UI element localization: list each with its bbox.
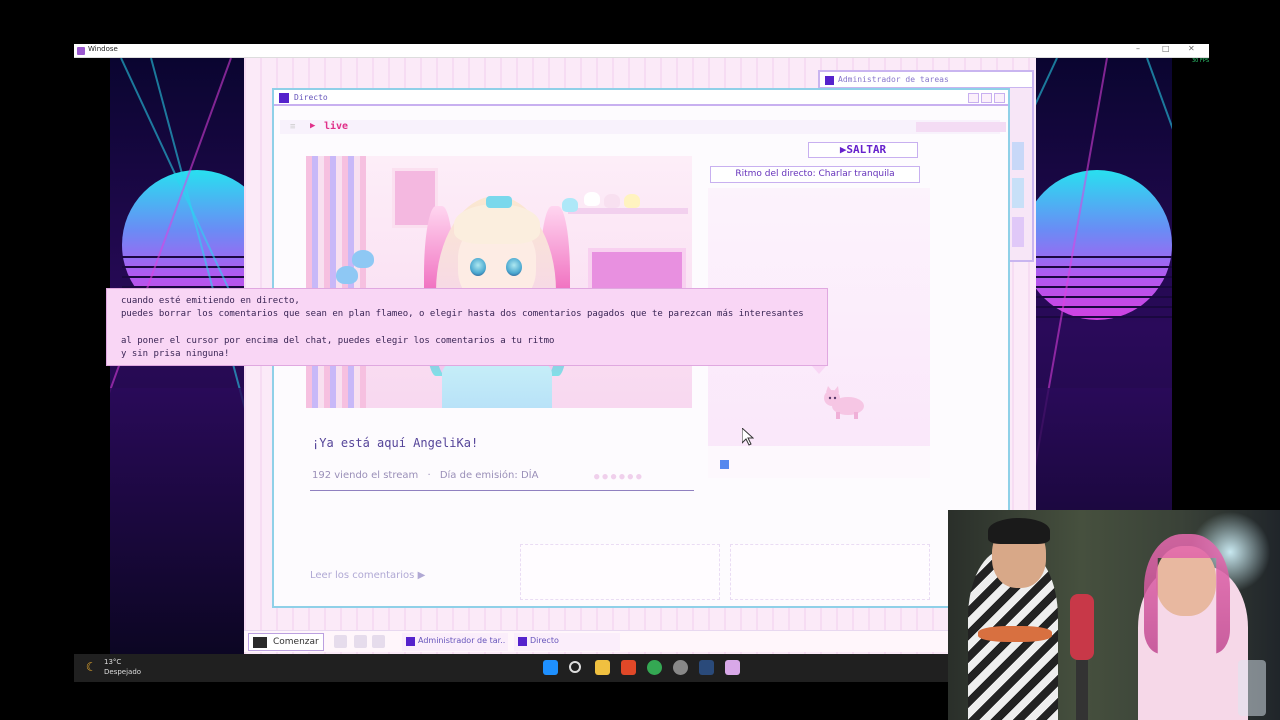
divider [310, 490, 694, 491]
task-label: Directo [530, 636, 559, 645]
minimize-icon[interactable]: – [1136, 44, 1140, 53]
chrome-icon[interactable] [647, 660, 662, 675]
stream-window-icon [279, 93, 289, 103]
wall-shelf [568, 208, 688, 214]
plush-toy [624, 194, 640, 208]
stream-meta: 192 viendo el stream · Día de emisión: D… [312, 470, 538, 481]
close-button[interactable] [994, 93, 1005, 103]
host-title: Windose [88, 45, 118, 53]
plush-toy [604, 194, 620, 208]
mic-stand [1076, 660, 1088, 720]
app-icon [77, 47, 85, 55]
curtain-left [306, 156, 366, 408]
city-silhouette [110, 388, 246, 654]
chat-input-area[interactable] [708, 446, 930, 478]
app-icon[interactable] [354, 635, 367, 648]
heart-decoration [352, 250, 374, 268]
dialog-line: puedes borrar los comentarios que sean e… [121, 309, 804, 319]
start-button[interactable]: Comenzar [248, 633, 324, 651]
plush-toy [584, 192, 600, 206]
heart-decoration [336, 266, 358, 284]
game-icon[interactable] [725, 660, 740, 675]
weather-temperature[interactable]: 13°C [104, 658, 121, 666]
stream-dots: ●●●●●● [594, 472, 645, 482]
empty-slot [730, 544, 930, 600]
weather-condition[interactable]: Despejado [104, 668, 141, 676]
character-bangs [454, 204, 540, 244]
viewer-count: 192 viendo el stream [312, 470, 419, 481]
task-label: Administrador de tar... [418, 636, 506, 645]
maximize-icon[interactable]: □ [1162, 44, 1170, 53]
moon-icon[interactable]: ☾ [86, 660, 93, 674]
character-eye [470, 258, 486, 276]
bird-icon[interactable] [334, 635, 347, 648]
live-progress-bar [916, 122, 1006, 132]
dialog-line: al poner el cursor por encima del chat, … [121, 336, 555, 346]
task-icon [518, 637, 527, 646]
sun-stripes [1036, 248, 1172, 318]
task-icon [406, 637, 415, 646]
steam-icon[interactable] [699, 660, 714, 675]
cat-icon [824, 386, 864, 419]
scroll-segment [1012, 178, 1024, 208]
live-label: live [324, 121, 349, 132]
dialog-line: cuando esté emitiendo en directo, [121, 296, 300, 306]
character-bow [486, 196, 512, 208]
character-eye [506, 258, 522, 276]
scroll-segment [1012, 142, 1024, 170]
plush-toy [562, 198, 578, 212]
fps-counter: 30 FPS [1192, 58, 1210, 64]
person-left-hair [988, 518, 1050, 544]
stream-rhythm-selector[interactable]: Ritmo del directo: Charlar tranquila [710, 166, 920, 183]
search-icon[interactable] [569, 661, 581, 673]
tutorial-dialog[interactable]: cuando esté emitiendo en directo, puedes… [106, 288, 828, 366]
mouse-cursor-icon [742, 428, 754, 446]
app-icon[interactable] [372, 635, 385, 648]
pizza [978, 626, 1052, 642]
menu-icon[interactable]: ≡ [290, 122, 295, 132]
microphone [1070, 594, 1094, 660]
task-manager-titlebar[interactable]: Administrador de tareas [820, 72, 1032, 88]
dialog-line: y sin prisa ninguna! [121, 349, 230, 359]
host-titlebar: Windose – □ ✕ [74, 44, 1209, 58]
taskbar-directo[interactable]: Directo [514, 633, 620, 651]
windows-start-icon[interactable] [543, 660, 558, 675]
meta-separator: · [427, 470, 431, 481]
start-label: Comenzar [273, 637, 319, 647]
start-icon [253, 637, 267, 648]
skip-button[interactable]: ▶SALTAR [808, 142, 918, 158]
stream-video [306, 156, 692, 408]
webcam-overlay [948, 510, 1280, 720]
taskbar-task-manager[interactable]: Administrador de tar... [402, 633, 508, 651]
stream-window-title: Directo [294, 93, 328, 102]
stream-day: Día de emisión: DÍA [439, 470, 539, 481]
stream-title: ¡Ya está aquí AngeliKa! [312, 436, 479, 450]
live-bar: ≡ ▶ live [280, 120, 1006, 134]
maximize-button[interactable] [981, 93, 992, 103]
glass [1238, 660, 1266, 716]
stream-window-titlebar[interactable]: Directo [274, 90, 1008, 106]
task-manager-icon [825, 76, 834, 85]
chat-square-icon[interactable] [720, 460, 729, 469]
close-icon[interactable]: ✕ [1188, 44, 1195, 53]
empty-slot [520, 544, 720, 600]
scroll-segment [1012, 217, 1024, 247]
game-taskbar: Comenzar Administrador de tar... Directo [244, 630, 948, 652]
brave-icon[interactable] [621, 660, 636, 675]
dialog-tail [812, 366, 826, 374]
play-icon: ▶ [310, 121, 316, 131]
task-manager-title: Administrador de tareas [838, 75, 949, 84]
minimize-button[interactable] [968, 93, 979, 103]
obs-icon[interactable] [673, 660, 688, 675]
read-comments-link[interactable]: Leer los comentarios ▶ [310, 570, 425, 581]
files-icon[interactable] [595, 660, 610, 675]
